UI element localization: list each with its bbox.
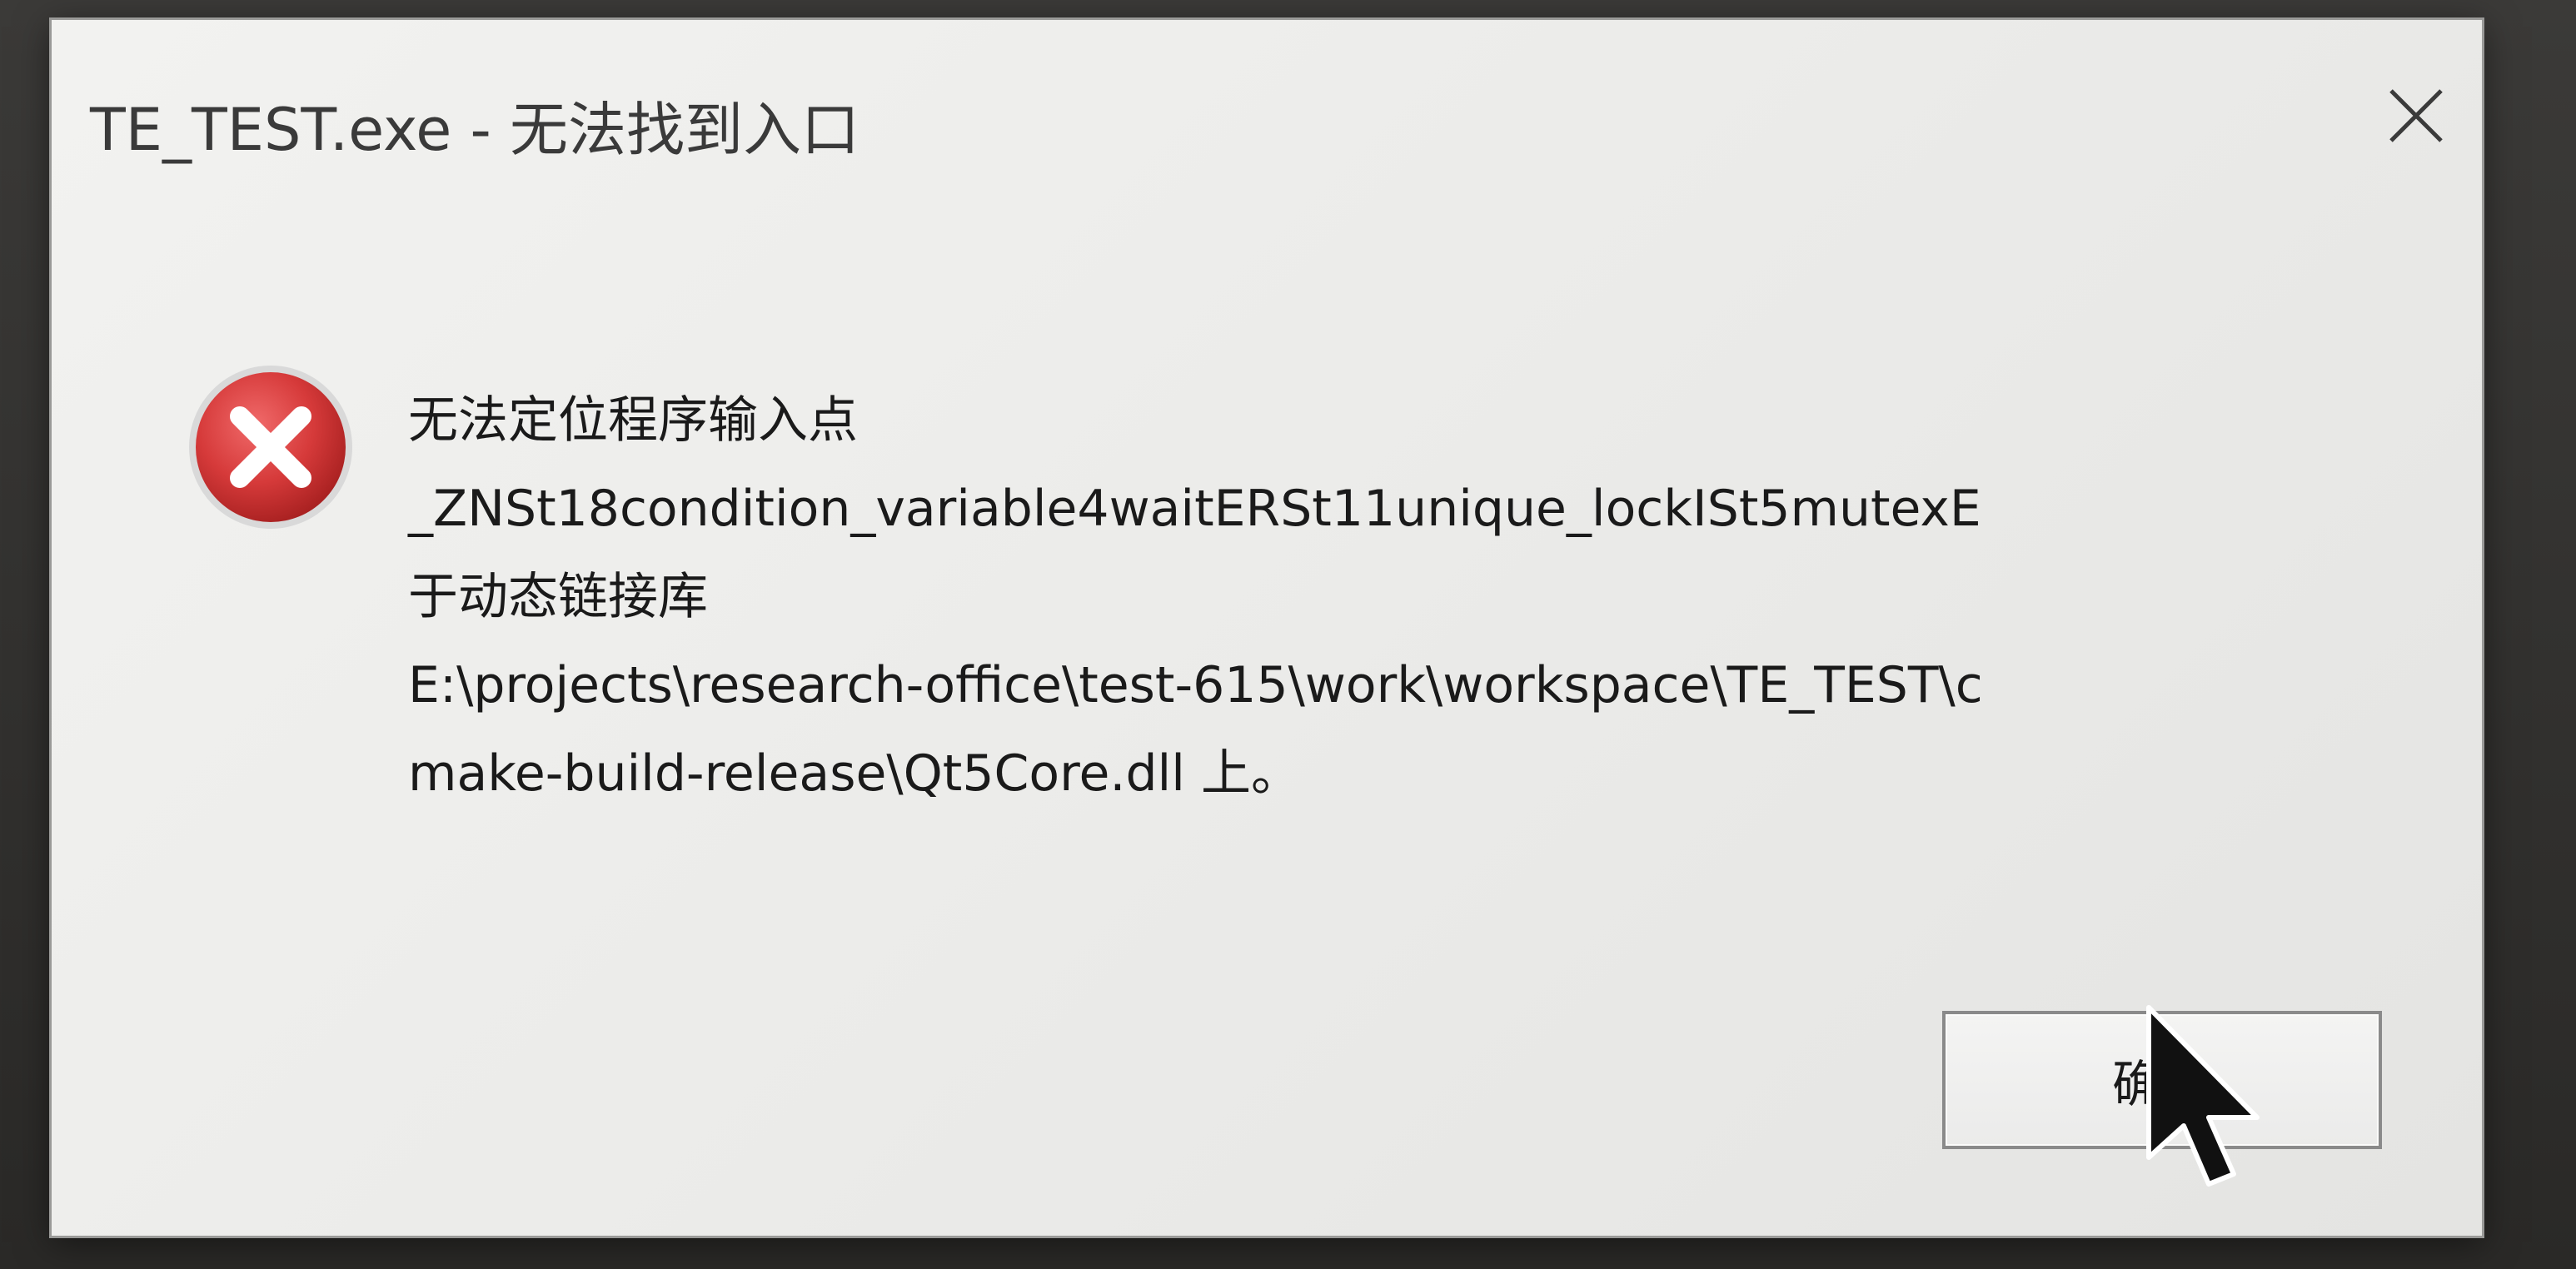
ok-button[interactable]: 确定: [1942, 1011, 2382, 1149]
close-button[interactable]: [2370, 70, 2462, 162]
message-line: make-build-release\Qt5Core.dll 上。: [408, 744, 1301, 803]
close-icon: [2389, 89, 2443, 142]
dialog-title: TE_TEST.exe - 无法找到入口: [90, 96, 860, 164]
message-line: _ZNSt18condition_variable4waitERSt11uniq…: [408, 480, 1981, 538]
message-line: 于动态链接库: [408, 568, 708, 626]
error-dialog: TE_TEST.exe - 无法找到入口 无法定位程序输入点 _ZNSt18co…: [52, 20, 2482, 1236]
error-icon: [185, 361, 356, 533]
message-line: 无法定位程序输入点: [408, 391, 858, 450]
message-line: E:\projects\research-office\test-615\wor…: [408, 656, 1983, 714]
error-message: 无法定位程序输入点 _ZNSt18condition_variable4wait…: [408, 376, 2432, 818]
